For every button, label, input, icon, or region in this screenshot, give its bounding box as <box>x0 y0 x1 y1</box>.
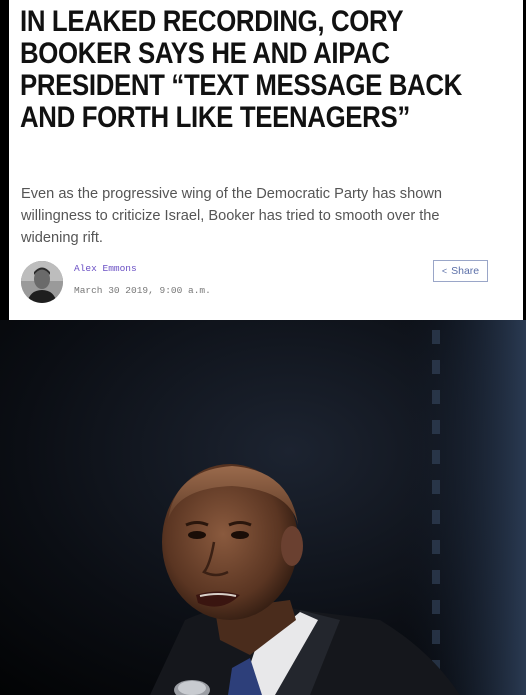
publish-date: March 30 2019, 9:00 a.m. <box>74 285 211 296</box>
share-button[interactable]: < Share <box>433 260 488 282</box>
article-header-card: IN LEAKED RECORDING, CORY BOOKER SAYS HE… <box>9 0 523 320</box>
share-icon: < <box>441 265 448 276</box>
author-name-link[interactable]: Alex Emmons <box>74 263 137 274</box>
author-avatar[interactable] <box>21 261 63 303</box>
article-photo <box>0 320 526 695</box>
share-label: Share <box>451 265 480 277</box>
article-headline[interactable]: IN LEAKED RECORDING, CORY BOOKER SAYS HE… <box>20 6 515 134</box>
article-dek: Even as the progressive wing of the Demo… <box>21 186 442 246</box>
